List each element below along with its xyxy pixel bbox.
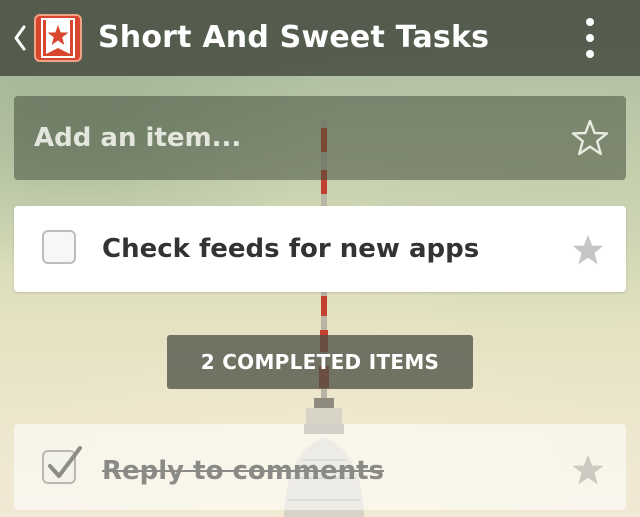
add-item-bar [14,96,626,180]
back-button[interactable] [8,14,92,62]
completed-items-toggle[interactable]: 2 COMPLETED ITEMS [167,335,473,389]
menu-dot [586,18,594,26]
star-icon[interactable] [570,232,606,268]
star-icon[interactable] [570,452,606,488]
checkmark-icon [48,446,82,478]
overflow-menu-button[interactable] [572,14,612,62]
completed-task-item[interactable]: Reply to comments [14,424,626,510]
task-checkbox[interactable] [42,230,76,264]
task-item[interactable]: Check feeds for new apps [14,206,626,292]
add-item-input[interactable] [14,96,554,180]
list-title: Short And Sweet Tasks [98,20,490,55]
task-title: Check feeds for new apps [102,234,480,264]
wunderlist-star-icon [34,14,82,62]
task-checkbox-checked[interactable] [42,446,82,484]
menu-dot [586,50,594,58]
chevron-left-icon [14,25,26,51]
star-outline-icon[interactable] [570,118,610,158]
app-header: Short And Sweet Tasks [0,0,640,76]
menu-dot [586,34,594,42]
completed-task-title: Reply to comments [102,456,385,486]
